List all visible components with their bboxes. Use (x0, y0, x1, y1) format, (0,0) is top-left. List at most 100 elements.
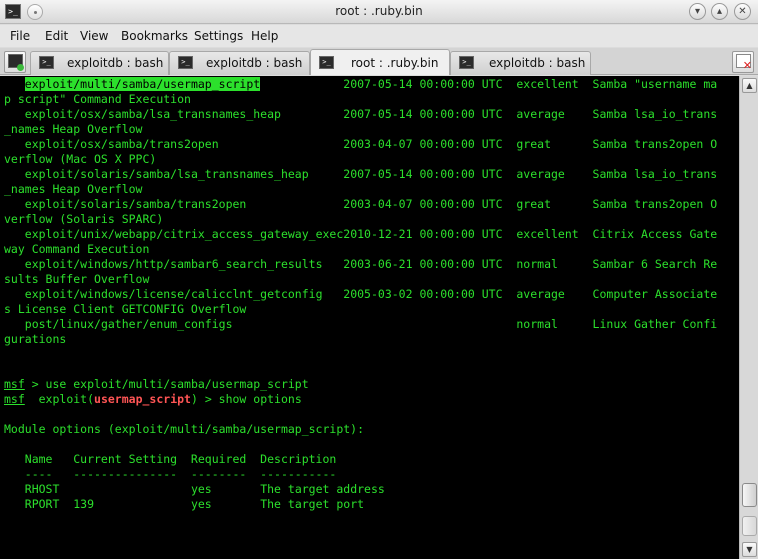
scroll-down-icon[interactable]: ▼ (742, 542, 757, 557)
title-bar: >_ root : .ruby.bin ▾ ▴ ✕ (0, 0, 758, 24)
search-result-row: exploit/osx/samba/trans2open 2003-04-07 … (4, 137, 717, 152)
result-disclosure-date: 2005-03-02 00:00:00 UTC (343, 287, 517, 301)
tab-exploitdb-3[interactable]: >_ exploitdb : bash (450, 51, 591, 75)
command-text: > use exploit/multi/samba/usermap_script (24, 377, 309, 391)
terminal-tab-icon: >_ (39, 56, 54, 69)
scroll-up-icon[interactable]: ▲ (742, 78, 757, 93)
menu-file[interactable]: File (10, 29, 30, 43)
result-disclosure-date: 2007-05-14 00:00:00 UTC (343, 77, 517, 91)
result-disclosure-date: 2003-04-07 00:00:00 UTC (343, 197, 517, 211)
option-name: RPORT (24, 497, 74, 511)
result-module-path: exploit/osx/samba/lsa_transnames_heap (24, 107, 281, 121)
command-line-show-options: msf exploit(usermap_script) > show optio… (4, 392, 302, 407)
options-table-row: RPORT 139 yes The target port (4, 497, 364, 512)
options-table-header: Name Current Setting Required Descriptio… (4, 452, 337, 466)
option-name: RHOST (24, 482, 74, 496)
result-description: Sambar 6 Search Re (592, 257, 718, 271)
command-text: ) > show options (190, 392, 302, 406)
result-description: Linux Gather Confi (592, 317, 718, 331)
search-result-row-wrap: way Command Execution (4, 242, 149, 257)
menu-bar: File Edit View Bookmarks Settings Help (0, 25, 758, 47)
result-module-path: exploit/windows/http/sambar6_search_resu… (24, 257, 323, 271)
result-description: Samba "username ma (592, 77, 718, 91)
search-result-row-wrap: gurations (4, 332, 66, 347)
result-description-wrap: way Command Execution (4, 242, 150, 256)
maximize-button[interactable]: ▴ (711, 3, 728, 20)
result-rank: great (516, 197, 593, 211)
menu-edit[interactable]: Edit (45, 29, 68, 43)
msf-prompt: msf (4, 392, 25, 406)
result-rank: normal (516, 317, 593, 331)
result-description: Samba lsa_io_trans (592, 167, 718, 181)
result-description-wrap: s License Client GETCONFIG Overflow (4, 302, 247, 316)
option-current-setting: 139 (73, 497, 191, 511)
menu-settings[interactable]: Settings (194, 29, 243, 43)
search-result-row-wrap: sults Buffer Overflow (4, 272, 149, 287)
vertical-scrollbar[interactable]: ▲ ▼ (739, 76, 758, 559)
search-result-row: exploit/osx/samba/lsa_transnames_heap 20… (4, 107, 717, 122)
result-description-wrap: gurations (4, 332, 67, 346)
prompt-text: exploit( (24, 392, 95, 406)
result-description: Samba trans2open O (592, 137, 718, 151)
result-description-wrap: p script" Command Execution (4, 92, 191, 106)
search-result-row: exploit/unix/webapp/citrix_access_gatewa… (4, 227, 717, 242)
result-module-path: exploit/unix/webapp/citrix_access_gatewa… (24, 227, 344, 241)
menu-view[interactable]: View (80, 29, 108, 43)
result-disclosure-date: 2003-04-07 00:00:00 UTC (343, 137, 517, 151)
result-rank: excellent (516, 77, 593, 91)
result-disclosure-date: 2010-12-21 00:00:00 UTC (343, 227, 517, 241)
result-description-wrap: verflow (Solaris SPARC) (4, 212, 164, 226)
msf-prompt: msf (4, 377, 25, 391)
tab-exploitdb-2[interactable]: >_ exploitdb : bash (169, 51, 310, 75)
scrollbar-thumb[interactable] (742, 483, 757, 507)
search-result-row: exploit/multi/samba/usermap_script 2007-… (4, 77, 717, 92)
terminal-output[interactable]: exploit/multi/samba/usermap_script 2007-… (0, 76, 739, 559)
command-line-use: msf > use exploit/multi/samba/usermap_sc… (4, 377, 309, 392)
result-description: Citrix Access Gate (592, 227, 718, 241)
result-module-path: exploit/solaris/samba/trans2open (24, 197, 247, 211)
option-description: The target port (260, 497, 365, 511)
result-description-wrap: _names Heap Overflow (4, 122, 143, 136)
result-description-wrap: _names Heap Overflow (4, 182, 143, 196)
module-options-text: Module options (exploit/multi/samba/user… (4, 422, 365, 436)
result-module-path: exploit/solaris/samba/lsa_transnames_hea… (24, 167, 309, 181)
window-title: root : .ruby.bin (335, 4, 423, 18)
close-tab-button[interactable]: ✕ (732, 51, 754, 73)
result-disclosure-date: 2007-05-14 00:00:00 UTC (343, 107, 517, 121)
search-result-row: exploit/solaris/samba/trans2open 2003-04… (4, 197, 717, 212)
prompt-module-name: usermap_script (94, 392, 191, 406)
result-disclosure-date (343, 317, 516, 331)
result-description: Samba trans2open O (592, 197, 718, 211)
menu-bookmarks[interactable]: Bookmarks (121, 29, 188, 43)
tab-root-ruby[interactable]: >_ root : .ruby.bin (310, 49, 450, 75)
result-module-path: exploit/windows/license/calicclnt_getcon… (24, 287, 323, 301)
search-result-row: exploit/windows/http/sambar6_search_resu… (4, 257, 717, 272)
search-result-row-wrap: verflow (Mac OS X PPC) (4, 152, 156, 167)
tab-bar: >_ exploitdb : bash >_ exploitdb : bash … (0, 48, 758, 75)
result-rank: normal (516, 257, 593, 271)
option-current-setting (73, 482, 191, 496)
minimize-button[interactable]: ▾ (689, 3, 706, 20)
search-result-row-wrap: s License Client GETCONFIG Overflow (4, 302, 246, 317)
search-result-row-wrap: _names Heap Overflow (4, 182, 142, 197)
result-module-path: exploit/multi/samba/usermap_script (24, 77, 261, 91)
search-result-row-wrap: p script" Command Execution (4, 92, 191, 107)
search-result-row: post/linux/gather/enum_configs normal Li… (4, 317, 717, 332)
option-required: yes (190, 497, 261, 511)
terminal-tab-icon: >_ (319, 56, 334, 69)
new-tab-button[interactable] (4, 51, 26, 73)
options-table-row: RHOST yes The target address (4, 482, 385, 497)
result-rank: average (516, 287, 593, 301)
result-disclosure-date: 2003-06-21 00:00:00 UTC (343, 257, 517, 271)
result-rank: great (516, 137, 593, 151)
result-description-wrap: verflow (Mac OS X PPC) (4, 152, 157, 166)
terminal-tab-icon: >_ (459, 56, 474, 69)
search-result-row: exploit/solaris/samba/lsa_transnames_hea… (4, 167, 717, 182)
result-rank: average (516, 167, 593, 181)
options-table-separator: ---- --------------- -------- ----------… (4, 467, 337, 481)
tab-exploitdb-1[interactable]: >_ exploitdb : bash (30, 51, 169, 75)
close-button[interactable]: ✕ (734, 3, 751, 20)
menu-help[interactable]: Help (251, 29, 278, 43)
result-rank: excellent (516, 227, 593, 241)
result-module-path: exploit/osx/samba/trans2open (24, 137, 219, 151)
